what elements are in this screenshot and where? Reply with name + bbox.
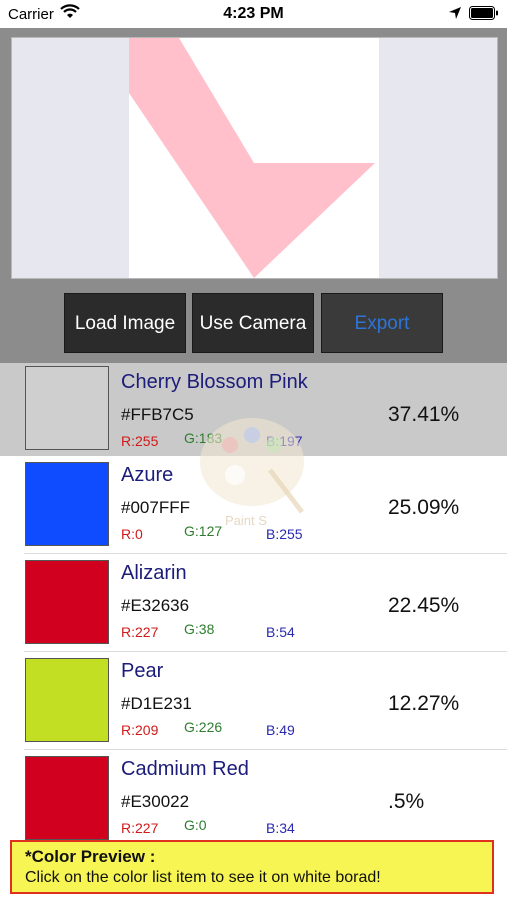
color-name: Pear xyxy=(121,660,164,682)
location-arrow-icon xyxy=(449,7,461,19)
color-list-item[interactable]: Alizarin #E32636 R:227 G:38 B:54 22.45% xyxy=(0,554,507,652)
color-swatch xyxy=(25,560,109,644)
color-preview-text: Click on the color list item to see it o… xyxy=(25,869,381,886)
color-blue-value: B:197 xyxy=(266,433,303,449)
color-swatch xyxy=(25,366,109,450)
color-green-value: G:38 xyxy=(184,621,215,637)
color-red-value: R:0 xyxy=(121,526,143,542)
color-name: Cadmium Red xyxy=(121,758,249,780)
color-hex: #007FFF xyxy=(121,498,190,517)
toolbar: Load Image Use Camera Export xyxy=(0,290,507,363)
color-hex: #D1E231 xyxy=(121,694,192,713)
clock: 4:23 PM xyxy=(223,5,284,22)
load-image-button[interactable]: Load Image xyxy=(64,293,186,353)
color-percentage: 12.27% xyxy=(388,692,460,715)
color-percentage: 22.45% xyxy=(388,594,460,617)
color-list-item[interactable]: Cadmium Red #E30022 R:227 G:0 B:34 .5% xyxy=(0,750,507,840)
image-area xyxy=(0,28,507,290)
color-red-value: R:255 xyxy=(121,433,159,449)
color-name: Azure xyxy=(121,464,174,486)
color-hex: #E32636 xyxy=(121,596,190,615)
image-shape xyxy=(129,38,375,278)
color-percentage: .5% xyxy=(388,790,425,813)
status-bar: Carrier 4:23 PM xyxy=(0,0,507,28)
color-red-value: R:227 xyxy=(121,624,159,640)
color-swatch xyxy=(25,658,109,742)
color-green-value: G:127 xyxy=(184,523,223,539)
color-green-value: G:0 xyxy=(184,817,207,833)
color-percentage: 37.41% xyxy=(388,403,460,426)
color-blue-value: B:255 xyxy=(266,526,303,542)
color-name: Cherry Blossom Pink xyxy=(121,371,308,393)
color-red-value: R:227 xyxy=(121,820,159,836)
color-list-item[interactable]: Azure #007FFF R:0 G:127 B:255 25.09% xyxy=(0,456,507,554)
color-green-value: G:226 xyxy=(184,719,223,735)
color-list-item[interactable]: Pear #D1E231 R:209 G:226 B:49 12.27% xyxy=(0,652,507,750)
watermark-label: Paint S xyxy=(225,513,267,528)
loaded-image xyxy=(129,38,375,278)
color-hex: #E30022 xyxy=(121,792,190,811)
color-swatch xyxy=(25,462,109,546)
color-red-value: R:209 xyxy=(121,722,159,738)
color-blue-value: B:34 xyxy=(266,820,295,836)
color-preview-title: *Color Preview : xyxy=(25,847,156,866)
export-button[interactable]: Export xyxy=(321,293,443,353)
image-canvas[interactable] xyxy=(11,37,498,279)
color-green-value: G:183 xyxy=(184,430,223,446)
color-name: Alizarin xyxy=(121,562,187,584)
color-blue-value: B:54 xyxy=(266,624,295,640)
color-hex: #FFB7C5 xyxy=(121,405,194,424)
color-percentage: 25.09% xyxy=(388,496,460,519)
color-list: Cherry Blossom Pink #FFB7C5 R:255 G:183 … xyxy=(0,363,507,840)
color-preview-box: *Color Preview : Click on the color list… xyxy=(10,840,494,894)
color-list-item[interactable]: Cherry Blossom Pink #FFB7C5 R:255 G:183 … xyxy=(0,363,507,461)
color-swatch xyxy=(25,756,109,840)
battery-icon xyxy=(469,6,498,20)
color-blue-value: B:49 xyxy=(266,722,295,738)
use-camera-button[interactable]: Use Camera xyxy=(192,293,314,353)
